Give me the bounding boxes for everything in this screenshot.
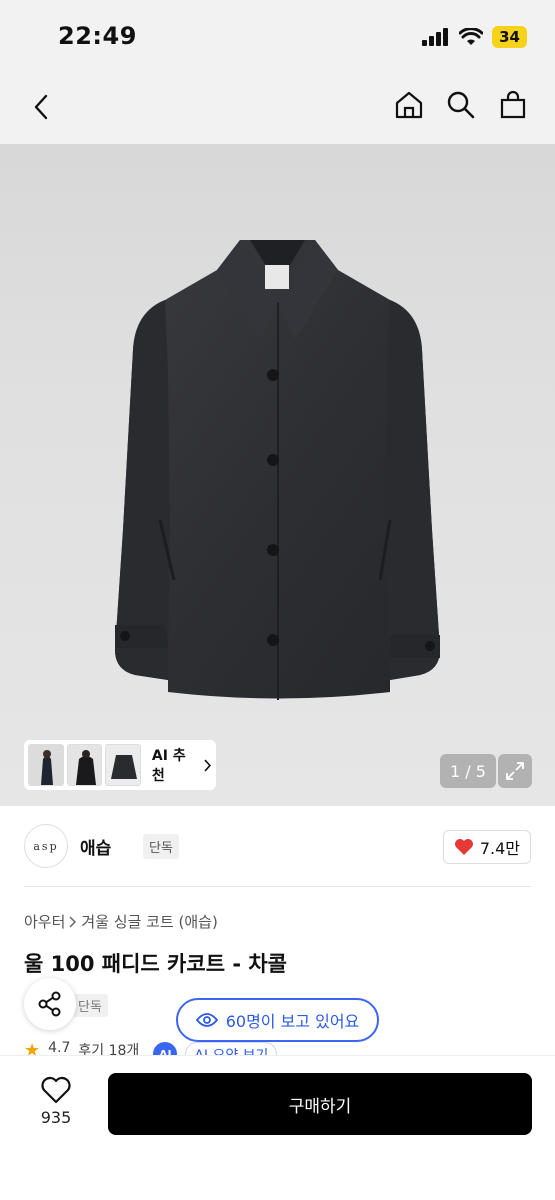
brand-like-count: 7.4만 xyxy=(479,839,520,858)
ai-recommend-label: AI 추천 xyxy=(151,748,186,784)
product-exclusive-badge: 단독 xyxy=(72,994,108,1017)
divider xyxy=(24,886,531,887)
brand-logo[interactable]: asp xyxy=(24,824,68,868)
expand-button[interactable] xyxy=(498,754,532,788)
viewers-text: 60명이 보고 있어요 xyxy=(225,1012,360,1031)
signal-icon xyxy=(422,28,449,46)
brand-row[interactable]: asp 애습 단독 7.4만 xyxy=(24,822,531,872)
buy-button[interactable]: 구매하기 xyxy=(108,1073,532,1135)
share-icon xyxy=(38,991,61,1017)
bag-icon xyxy=(500,90,526,119)
eye-icon xyxy=(195,1013,218,1027)
exclusive-badge: 단독 xyxy=(143,834,179,859)
brand-like-button[interactable]: 7.4만 xyxy=(442,830,531,864)
viewers-pill: 60명이 보고 있어요 xyxy=(176,998,379,1042)
bottom-action-bar: 935 구매하기 xyxy=(0,1055,555,1200)
heart-icon xyxy=(41,1076,71,1104)
chevron-right-icon xyxy=(204,759,212,771)
status-icons: 34 xyxy=(422,26,527,48)
cart-button[interactable] xyxy=(497,88,529,122)
page-indicator: 1 / 5 xyxy=(440,754,496,788)
top-nav xyxy=(0,72,555,144)
expand-icon xyxy=(506,762,524,780)
status-bar: 22:49 34 xyxy=(0,0,555,72)
thumbnail-model[interactable] xyxy=(28,744,64,786)
breadcrumb-subcategory[interactable]: 겨울 싱글 코트 (애습) xyxy=(81,911,217,932)
wishlist-button[interactable]: 935 xyxy=(30,1076,82,1127)
home-button[interactable] xyxy=(393,88,425,122)
chevron-left-icon xyxy=(34,94,48,120)
heart-filled-icon xyxy=(454,839,473,855)
breadcrumb: 아우터 겨울 싱글 코트 (애습) xyxy=(24,911,218,932)
product-title: 울 100 패디드 카코트 - 차콜 xyxy=(24,952,287,976)
ai-recommend-strip[interactable]: AI 추천 xyxy=(24,740,216,790)
thumbnail-jacket[interactable] xyxy=(105,744,141,786)
product-photo-jacket xyxy=(115,240,440,700)
product-image-gallery[interactable]: AI 추천 1 / 5 xyxy=(0,144,555,806)
share-button[interactable] xyxy=(24,978,76,1030)
brand-name[interactable]: 애습 xyxy=(80,834,111,859)
chevron-right-icon xyxy=(69,915,77,928)
wishlist-count: 935 xyxy=(40,1108,72,1127)
search-button[interactable] xyxy=(445,88,477,122)
home-icon xyxy=(395,91,423,119)
thumbnail-model-2[interactable] xyxy=(66,744,103,786)
breadcrumb-category[interactable]: 아우터 xyxy=(24,911,65,932)
wifi-icon xyxy=(459,28,484,45)
battery-indicator: 34 xyxy=(492,26,527,48)
ai-recommend-button[interactable]: AI 추천 xyxy=(152,745,212,785)
rating-score: 4.7 xyxy=(48,1040,71,1056)
search-icon xyxy=(447,91,475,119)
status-time: 22:49 xyxy=(58,22,137,50)
nav-actions xyxy=(393,88,529,122)
back-button[interactable] xyxy=(26,90,56,124)
